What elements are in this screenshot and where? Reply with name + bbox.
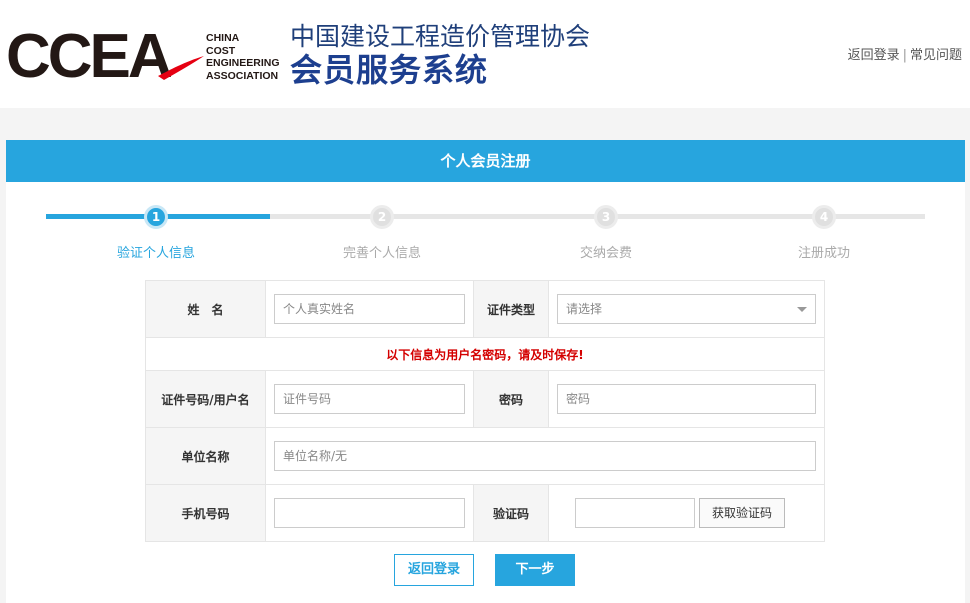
step-2-dot: 2 xyxy=(370,205,394,229)
logo-wordmark: CCEA xyxy=(6,22,173,91)
logo-subtitle: CHINA COST ENGINEERING ASSOCIATION xyxy=(206,32,280,82)
form-row: 单位名称 xyxy=(145,427,825,485)
registration-panel: 个人会员注册 1 2 3 4 验证个人信息 完善个人信息 交纳会费 注册成功 姓… xyxy=(6,140,965,603)
get-code-button[interactable]: 获取验证码 xyxy=(699,498,785,528)
company-cell xyxy=(265,427,825,485)
step-4-label: 注册成功 xyxy=(797,246,850,261)
form-row: 姓 名 证件类型 请选择 xyxy=(145,280,825,338)
logo-sub-line: CHINA xyxy=(206,32,240,44)
verification-code-input[interactable] xyxy=(575,498,695,528)
name-cell xyxy=(265,280,474,338)
id-number-label: 证件号码/用户名 xyxy=(145,370,266,428)
system-name: 会员服务系统 xyxy=(290,51,489,89)
logo-swoosh-icon xyxy=(158,56,204,80)
form-row: 以下信息为用户名密码，请及时保存! xyxy=(145,337,825,371)
logo-sub-line: ENGINEERING xyxy=(206,57,280,69)
id-number-input[interactable] xyxy=(274,384,465,414)
code-label: 验证码 xyxy=(473,484,549,542)
step-3-dot: 3 xyxy=(594,205,618,229)
back-to-login-link[interactable]: 返回登录 xyxy=(848,48,900,63)
step-1-dot: 1 xyxy=(144,205,168,229)
org-name: 中国建设工程造价管理协会 xyxy=(290,22,591,51)
company-label: 单位名称 xyxy=(145,427,266,485)
company-input[interactable] xyxy=(274,441,816,471)
id-type-label: 证件类型 xyxy=(473,280,549,338)
top-links: 返回登录 | 常见问题 xyxy=(848,44,962,63)
phone-label: 手机号码 xyxy=(145,484,266,542)
phone-input[interactable] xyxy=(274,498,465,528)
faq-link[interactable]: 常见问题 xyxy=(910,48,962,63)
password-input[interactable] xyxy=(557,384,816,414)
panel-title: 个人会员注册 xyxy=(6,140,965,182)
step-2-label: 完善个人信息 xyxy=(342,246,421,261)
name-label: 姓 名 xyxy=(145,280,266,338)
id-type-select[interactable]: 请选择 xyxy=(557,294,816,324)
id-type-value: 请选择 xyxy=(566,302,603,316)
save-credentials-notice: 以下信息为用户名密码，请及时保存! xyxy=(145,337,825,371)
page-header: CCEA CHINA COST ENGINEERING ASSOCIATION … xyxy=(0,0,970,108)
name-input[interactable] xyxy=(274,294,465,324)
form-row: 手机号码 验证码 获取验证码 xyxy=(145,484,825,542)
id-number-cell xyxy=(265,370,474,428)
step-3-label: 交纳会费 xyxy=(579,246,632,261)
code-group: 获取验证码 xyxy=(549,498,824,528)
chevron-down-icon xyxy=(797,307,807,312)
phone-cell xyxy=(265,484,474,542)
code-cell: 获取验证码 xyxy=(548,484,825,542)
next-step-button[interactable]: 下一步 xyxy=(495,554,575,586)
step-4-dot: 4 xyxy=(812,205,836,229)
step-progress: 1 2 3 4 验证个人信息 完善个人信息 交纳会费 注册成功 xyxy=(6,182,965,272)
id-type-cell: 请选择 xyxy=(548,280,825,338)
ccea-logo: CCEA CHINA COST ENGINEERING ASSOCIATION xyxy=(6,22,280,91)
link-separator: | xyxy=(902,48,907,63)
password-label: 密码 xyxy=(473,370,549,428)
password-cell xyxy=(548,370,825,428)
form-row: 证件号码/用户名 密码 xyxy=(145,370,825,428)
step-1-label: 验证个人信息 xyxy=(116,246,195,261)
logo-sub-line: COST xyxy=(206,44,236,57)
back-to-login-button[interactable]: 返回登录 xyxy=(394,554,474,586)
registration-form: 姓 名 证件类型 请选择 以下信息为用户名密码，请及时保存! 证件号码/用户名 … xyxy=(145,280,825,542)
logo-sub-line: ASSOCIATION xyxy=(206,69,279,82)
